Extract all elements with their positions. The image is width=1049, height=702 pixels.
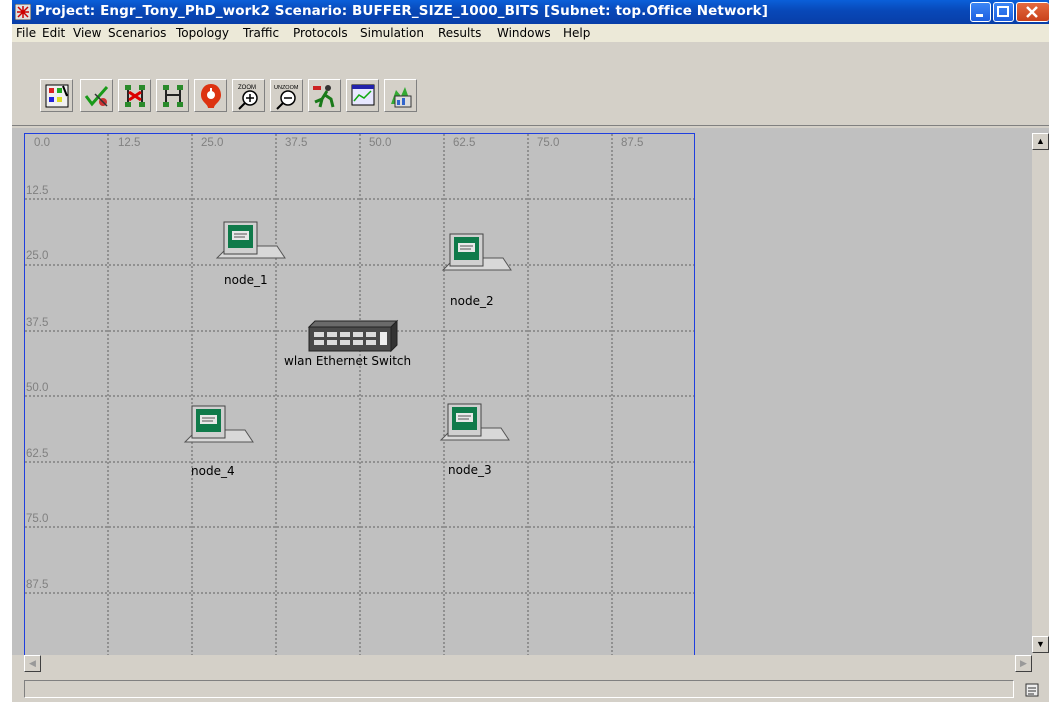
grid-y-label: 87.5 [26, 579, 49, 591]
message-log-icon-glyph [1025, 683, 1039, 697]
title-bar[interactable]: Project: Engr_Tony_PhD_work2 Scenario: B… [12, 0, 1049, 24]
close-icon [1026, 6, 1038, 18]
vertical-scrollbar[interactable]: ▲ ▼ [1032, 133, 1049, 655]
scroll-up-button[interactable]: ▲ [1032, 133, 1049, 150]
graphs-icon [391, 87, 412, 108]
minimize-button[interactable] [970, 2, 991, 22]
scroll-left-button[interactable]: ◀ [24, 655, 41, 672]
grid-x-label: 50.0 [369, 137, 392, 149]
unzoom-button[interactable]: UNZOOM [270, 79, 303, 112]
grid-y-label: 37.5 [26, 317, 49, 329]
workstation-icon[interactable] [441, 232, 513, 284]
unzoom-icon: UNZOOM [274, 85, 299, 110]
fail-links-button[interactable] [118, 79, 151, 112]
app-icon [15, 4, 31, 20]
maximize-icon [997, 6, 1009, 17]
message-log-icon[interactable] [1024, 682, 1044, 700]
close-button[interactable] [1016, 2, 1049, 22]
node-4-label: node_4 [191, 464, 235, 478]
node-3-label: node_3 [448, 463, 492, 477]
application-window: Project: Engr_Tony_PhD_work2 Scenario: B… [12, 0, 1049, 702]
menu-topology[interactable]: Topology [176, 26, 229, 40]
menu-help[interactable]: Help [563, 26, 590, 40]
grid-y-label: 12.5 [26, 185, 49, 197]
workspace-grid [25, 134, 694, 656]
open-object-palette-button[interactable] [40, 79, 73, 112]
zoom-button[interactable]: ZOOM [232, 79, 265, 112]
workstation-icon[interactable] [439, 402, 511, 454]
status-bar [24, 680, 1014, 698]
configure-run-simulation-button[interactable] [308, 79, 341, 112]
grid-x-label: 75.0 [537, 137, 560, 149]
grid-x-label: 25.0 [201, 137, 224, 149]
grid-x-label: 0.0 [34, 137, 50, 149]
svg-text:ZOOM: ZOOM [238, 85, 256, 91]
minimize-icon [976, 14, 983, 17]
workstation-icon[interactable] [183, 404, 255, 456]
window-title: Project: Engr_Tony_PhD_work2 Scenario: B… [35, 3, 769, 19]
menu-view[interactable]: View [73, 26, 101, 40]
menu-simulation[interactable]: Simulation [360, 26, 424, 40]
menu-scenarios[interactable]: Scenarios [108, 26, 166, 40]
grid-x-label: 37.5 [285, 137, 308, 149]
node-1-label: node_1 [224, 273, 268, 287]
return-to-parent-button[interactable] [194, 79, 227, 112]
recover-links-icon [163, 85, 183, 107]
menu-file[interactable]: File [16, 26, 36, 40]
verify-links-button[interactable] [80, 79, 113, 112]
run-simulation-icon [313, 85, 335, 108]
horizontal-scrollbar[interactable]: ◀ ▶ [24, 655, 1032, 672]
object-palette-icon [45, 84, 69, 108]
hide-show-graphs-button[interactable] [384, 79, 417, 112]
grid-x-label: 87.5 [621, 137, 644, 149]
switch-label: wlan Ethernet Switch [284, 354, 412, 368]
grid-x-label: 62.5 [453, 137, 476, 149]
menu-results[interactable]: Results [438, 26, 481, 40]
grid-y-label: 75.0 [26, 513, 49, 525]
view-results-button[interactable] [346, 79, 379, 112]
project-workspace[interactable]: 0.0 12.5 25.0 37.5 50.0 62.5 75.0 87.5 1… [24, 133, 695, 657]
recover-links-button[interactable] [156, 79, 189, 112]
grid-y-label: 25.0 [26, 250, 49, 262]
parent-subnet-icon [201, 84, 221, 108]
menu-bar: File Edit View Scenarios Topology Traffi… [12, 24, 1049, 42]
svg-text:UNZOOM: UNZOOM [274, 85, 299, 91]
menu-edit[interactable]: Edit [42, 26, 65, 40]
scroll-right-button[interactable]: ▶ [1015, 655, 1032, 672]
menu-protocols[interactable]: Protocols [293, 26, 348, 40]
view-results-icon [351, 84, 375, 106]
ethernet-switch-icon[interactable] [305, 319, 401, 355]
zoom-icon: ZOOM [238, 85, 258, 110]
grid-y-label: 50.0 [26, 382, 49, 394]
maximize-button[interactable] [993, 2, 1014, 22]
grid-y-label: 62.5 [26, 448, 49, 460]
scroll-down-button[interactable]: ▼ [1032, 636, 1049, 653]
workstation-icon[interactable] [215, 220, 287, 272]
menu-windows[interactable]: Windows [497, 26, 551, 40]
grid-x-label: 12.5 [118, 137, 141, 149]
verify-links-icon [84, 86, 109, 107]
fail-links-icon [125, 85, 145, 107]
menu-traffic[interactable]: Traffic [243, 26, 279, 40]
node-2-label: node_2 [450, 294, 494, 308]
toolbar: ZOOM UNZOOM [12, 45, 1049, 125]
